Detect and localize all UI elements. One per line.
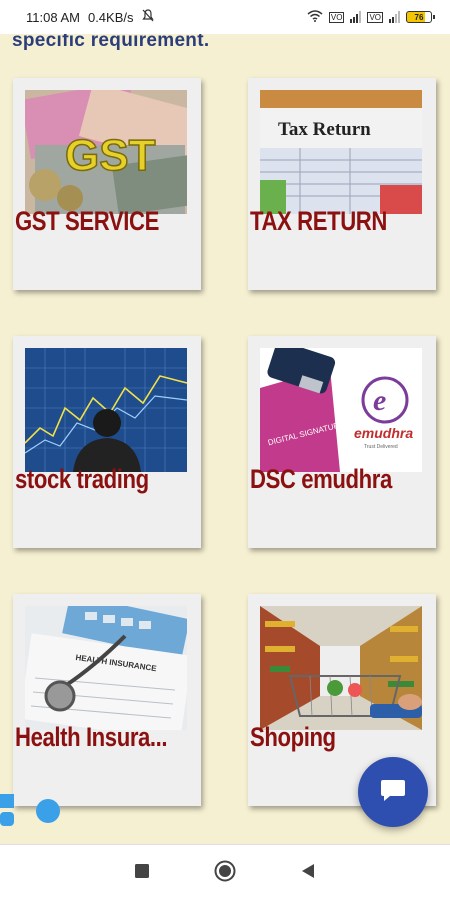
tax-return-form-image: Tax Return xyxy=(260,90,422,214)
svg-text:e: e xyxy=(373,384,386,417)
service-card-dsc-emudhra[interactable]: DIGITAL SIGNATURE e emudhra Trust Delive… xyxy=(248,336,436,548)
gst-currency-image: GST xyxy=(25,90,187,214)
svg-text:Trust Delivered: Trust Delivered xyxy=(364,444,398,450)
sim1-volte-badge: VO xyxy=(328,11,345,23)
service-label: Shoping xyxy=(250,722,336,752)
android-nav-bar xyxy=(0,844,450,900)
service-card-gst[interactable]: GST GST SERVICE xyxy=(13,78,201,290)
sim2-volte-badge: VO xyxy=(367,11,383,23)
svg-text:GST: GST xyxy=(65,131,156,180)
usb-token-emudhra-image: DIGITAL SIGNATURE e emudhra Trust Delive… xyxy=(260,348,422,472)
clock: 11:08 AM xyxy=(26,9,80,25)
services-page: specific requirement. GST GST SERVICE Ta… xyxy=(0,34,450,844)
status-bar: 11:08 AM 0.4KB/s VO VO 76 xyxy=(0,0,450,34)
service-card-health-insurance[interactable]: HEALTH INSURANCE Health Insura... xyxy=(13,594,201,806)
svg-text:Tax Return: Tax Return xyxy=(278,119,371,140)
service-card-tax-return[interactable]: Tax Return TAX RETURN xyxy=(248,78,436,290)
signal-strength-icon xyxy=(350,11,362,23)
service-label: TAX RETURN xyxy=(250,206,387,236)
health-insurance-stethoscope-image: HEALTH INSURANCE xyxy=(25,606,187,730)
service-label: stock trading xyxy=(15,464,149,494)
shopping-cart-aisle-image xyxy=(260,606,422,730)
intro-text: specific requirement. xyxy=(12,34,210,51)
stock-chart-man-image xyxy=(25,348,187,472)
back-button[interactable] xyxy=(288,853,328,893)
service-card-stock-trading[interactable]: stock trading xyxy=(13,336,201,548)
chat-bubble-icon xyxy=(380,778,406,806)
svg-text:emudhra: emudhra xyxy=(354,425,413,441)
home-button[interactable] xyxy=(205,853,245,893)
loading-dots-icon xyxy=(0,794,70,828)
recents-button[interactable] xyxy=(122,853,162,893)
wifi-icon xyxy=(307,9,323,25)
triangle-back-icon xyxy=(301,863,315,883)
square-icon xyxy=(134,863,149,882)
service-label: GST SERVICE xyxy=(15,206,159,236)
network-speed: 0.4KB/s xyxy=(87,9,134,25)
battery-icon: 76 xyxy=(406,11,435,23)
chat-button[interactable] xyxy=(358,757,428,827)
signal-strength-icon xyxy=(389,11,400,23)
service-label: Health Insura... xyxy=(15,722,168,752)
mute-bell-icon xyxy=(141,9,154,25)
circle-icon xyxy=(214,860,236,886)
service-label: DSC emudhra xyxy=(250,464,392,494)
